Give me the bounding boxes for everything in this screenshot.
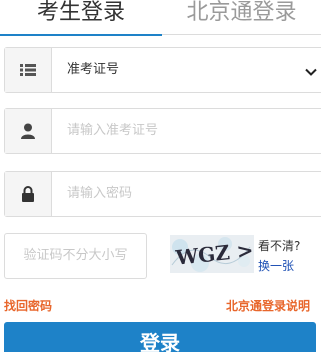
id-number-placeholder: 请输入准考证号 [67, 123, 159, 138]
chevron-down-icon [305, 63, 317, 82]
login-type-value: 准考证号 [67, 62, 120, 77]
login-panel: 考生登录 北京通登录 准考证号 请输入准考证号 请输入密码 验证码不分大小写 W… [0, 0, 321, 352]
captcha-image[interactable]: WGZ > [170, 235, 255, 273]
list-icon [5, 48, 52, 92]
login-button[interactable]: 登录 [4, 322, 316, 352]
user-icon [5, 109, 52, 153]
tab-beijingtong-login[interactable]: 北京通登录 [162, 0, 321, 35]
lock-icon [5, 172, 52, 216]
captcha-refresh-link[interactable]: 换一张 [258, 257, 294, 274]
tab-candidate-login[interactable]: 考生登录 [0, 0, 162, 36]
password-field[interactable]: 请输入密码 [4, 171, 321, 217]
captcha-input[interactable]: 验证码不分大小写 [4, 233, 147, 279]
captcha-hint: 看不清? [258, 239, 301, 253]
beijingtong-help-link[interactable]: 北京通登录说明 [226, 297, 310, 314]
id-number-field[interactable]: 请输入准考证号 [4, 108, 321, 154]
login-type-select[interactable]: 准考证号 [4, 47, 321, 93]
password-placeholder: 请输入密码 [67, 186, 133, 201]
forgot-password-link[interactable]: 找回密码 [4, 297, 52, 314]
